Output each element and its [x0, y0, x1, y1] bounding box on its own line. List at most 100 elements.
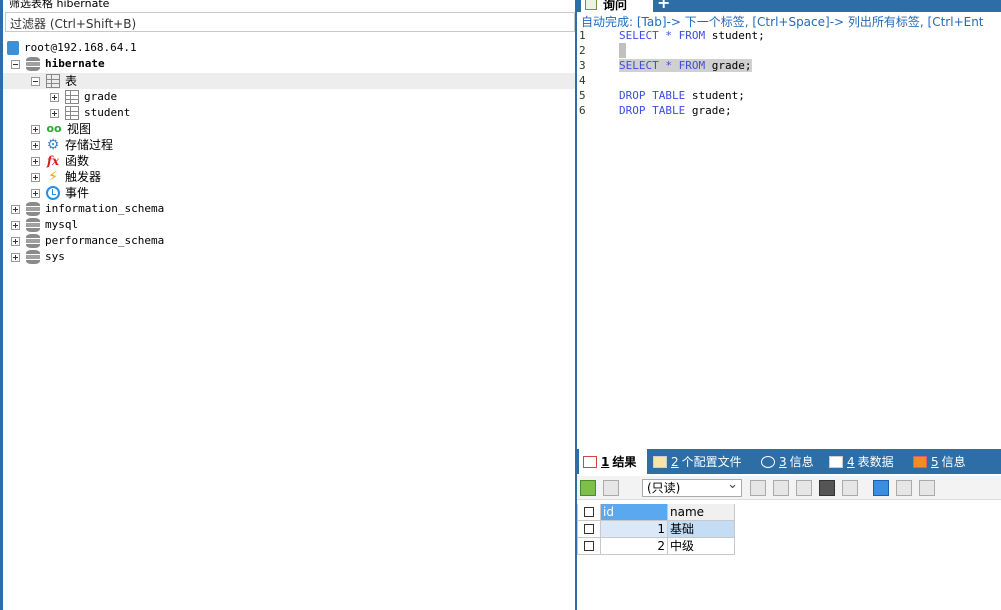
tree-folder-events[interactable]: 事件 — [31, 185, 89, 201]
result-tab-strip: 1 结果 2 个配置文件 3 信息 4 表数据 5 信息 — [577, 449, 1001, 474]
cell-name[interactable]: 基础 — [668, 521, 735, 538]
sql-keyword: SELECT — [619, 29, 659, 42]
table-row[interactable]: 1 基础 — [577, 521, 735, 538]
tree-folder-views[interactable]: oo 视图 — [31, 121, 91, 137]
tab-number: 2 — [671, 454, 679, 469]
selected-row-highlight — [3, 73, 575, 89]
table-data-icon — [829, 455, 843, 468]
info-block-icon — [913, 455, 927, 468]
object-browser: 筛选表格 hibernate 过滤器 (Ctrl+Shift+B) root@1… — [0, 0, 577, 610]
row-checkbox[interactable] — [577, 538, 601, 555]
tree-folder-tables[interactable]: 表 — [31, 73, 77, 89]
server-icon — [7, 41, 19, 55]
tree-db-sys[interactable]: sys — [11, 249, 65, 265]
tree-table-student[interactable]: student — [50, 105, 130, 121]
expand-icon[interactable] — [50, 92, 59, 102]
tree-db-mysql[interactable]: mysql — [11, 217, 78, 233]
tree-table-grade[interactable]: grade — [50, 89, 117, 105]
tab-label: 个配置文件 — [681, 455, 742, 469]
form-view-icon[interactable] — [896, 480, 912, 496]
query-pane: 询问 + 自动完成: [Tab]-> 下一个标签, [Ctrl+Space]->… — [577, 0, 1001, 610]
grid-header: id name — [577, 504, 735, 521]
text-view-icon[interactable] — [919, 480, 935, 496]
expand-icon[interactable] — [31, 172, 40, 182]
folder-label: 表 — [65, 74, 78, 88]
sql-keyword: FROM — [678, 29, 706, 42]
expand-icon[interactable] — [31, 156, 40, 166]
tab-info[interactable]: 3 信息 — [757, 449, 814, 474]
collapse-icon[interactable] — [31, 76, 40, 86]
collapse-icon[interactable] — [11, 59, 20, 69]
sql-operator: * — [665, 59, 672, 72]
tree-folder-procedures[interactable]: ⚙ 存储过程 — [31, 137, 113, 153]
tab-label: 询问 — [603, 0, 628, 12]
sql-keyword: DROP TABLE — [619, 89, 686, 102]
view-icon: oo — [46, 122, 62, 135]
tab-table-data[interactable]: 4 表数据 — [825, 449, 894, 474]
cell-name[interactable]: 中级 — [668, 538, 735, 555]
tab-query[interactable]: 询问 — [581, 0, 653, 12]
save-icon[interactable] — [796, 480, 812, 496]
sql-identifier: grade; — [691, 104, 732, 117]
line-number: 6 — [579, 104, 586, 117]
delete-icon[interactable] — [819, 480, 835, 496]
code-line-3: SELECT * FROM grade; — [619, 58, 752, 73]
grid-options-icon[interactable] — [603, 480, 619, 496]
cell-id[interactable]: 1 — [601, 521, 668, 538]
expand-icon[interactable] — [31, 188, 40, 198]
expand-icon[interactable] — [31, 140, 40, 150]
export-icon[interactable] — [773, 480, 789, 496]
tab-info-5[interactable]: 5 信息 — [909, 449, 966, 474]
selected-statement: SELECT * FROM grade; — [619, 59, 752, 72]
editor-tab-strip: 询问 + — [577, 0, 1001, 12]
refresh-icon[interactable] — [750, 480, 766, 496]
filter-icon[interactable] — [842, 480, 858, 496]
expand-icon[interactable] — [11, 252, 20, 262]
add-row-icon[interactable] — [580, 480, 596, 496]
tree-folder-functions[interactable]: fx 函数 — [31, 153, 89, 169]
sql-editor[interactable]: 1 2 3 4 5 6 SELECT * FROM student; SELEC… — [577, 28, 1001, 448]
tree-db-performance-schema[interactable]: performance_schema — [11, 233, 164, 249]
grid-view-icon[interactable] — [873, 480, 889, 496]
tree-db-hibernate[interactable]: hibernate — [11, 56, 105, 72]
expand-icon[interactable] — [50, 108, 59, 118]
database-icon — [26, 234, 40, 248]
expand-icon[interactable] — [11, 220, 20, 230]
column-header-id[interactable]: id — [601, 504, 668, 521]
table-row[interactable]: 2 中级 — [577, 538, 735, 555]
line-number: 4 — [579, 74, 586, 87]
line-number: 3 — [579, 59, 586, 72]
expand-icon[interactable] — [11, 204, 20, 214]
tab-results[interactable]: 1 结果 — [579, 449, 647, 474]
add-tab-button[interactable]: + — [657, 0, 671, 12]
sql-keyword: DROP TABLE — [619, 104, 686, 117]
filter-placeholder: 过滤器 (Ctrl+Shift+B) — [10, 17, 137, 31]
cell-id[interactable]: 2 — [601, 538, 668, 555]
folder-label: 触发器 — [65, 170, 102, 184]
tree-db-information-schema[interactable]: information_schema — [11, 201, 164, 217]
line-number: 5 — [579, 89, 586, 102]
sql-identifier: student; — [691, 89, 745, 102]
db-label: hibernate — [45, 57, 105, 70]
readonly-select[interactable]: (只读) — [642, 477, 742, 497]
select-all-checkbox[interactable] — [577, 504, 601, 521]
sql-operator: * — [665, 29, 672, 42]
expand-icon[interactable] — [31, 124, 40, 134]
tree-connection[interactable]: root@192.168.64.1 — [7, 40, 137, 56]
row-checkbox[interactable] — [577, 521, 601, 538]
results-icon — [583, 455, 597, 468]
query-icon — [585, 0, 597, 10]
tab-profile[interactable]: 2 个配置文件 — [649, 449, 742, 474]
column-header-name[interactable]: name — [668, 504, 735, 521]
profile-icon — [653, 455, 667, 468]
sql-identifier: grade; — [711, 59, 752, 72]
tree-folder-triggers[interactable]: ⚡ 触发器 — [31, 169, 101, 185]
expand-icon[interactable] — [11, 236, 20, 246]
tab-number: 1 — [601, 454, 610, 469]
db-label: information_schema — [45, 202, 165, 215]
code-line-1: SELECT * FROM student; — [619, 28, 765, 43]
tab-number: 5 — [931, 454, 939, 469]
line-number: 2 — [579, 44, 586, 57]
tab-label: 信息 — [789, 455, 814, 469]
filter-input[interactable]: 过滤器 (Ctrl+Shift+B) — [5, 12, 575, 32]
